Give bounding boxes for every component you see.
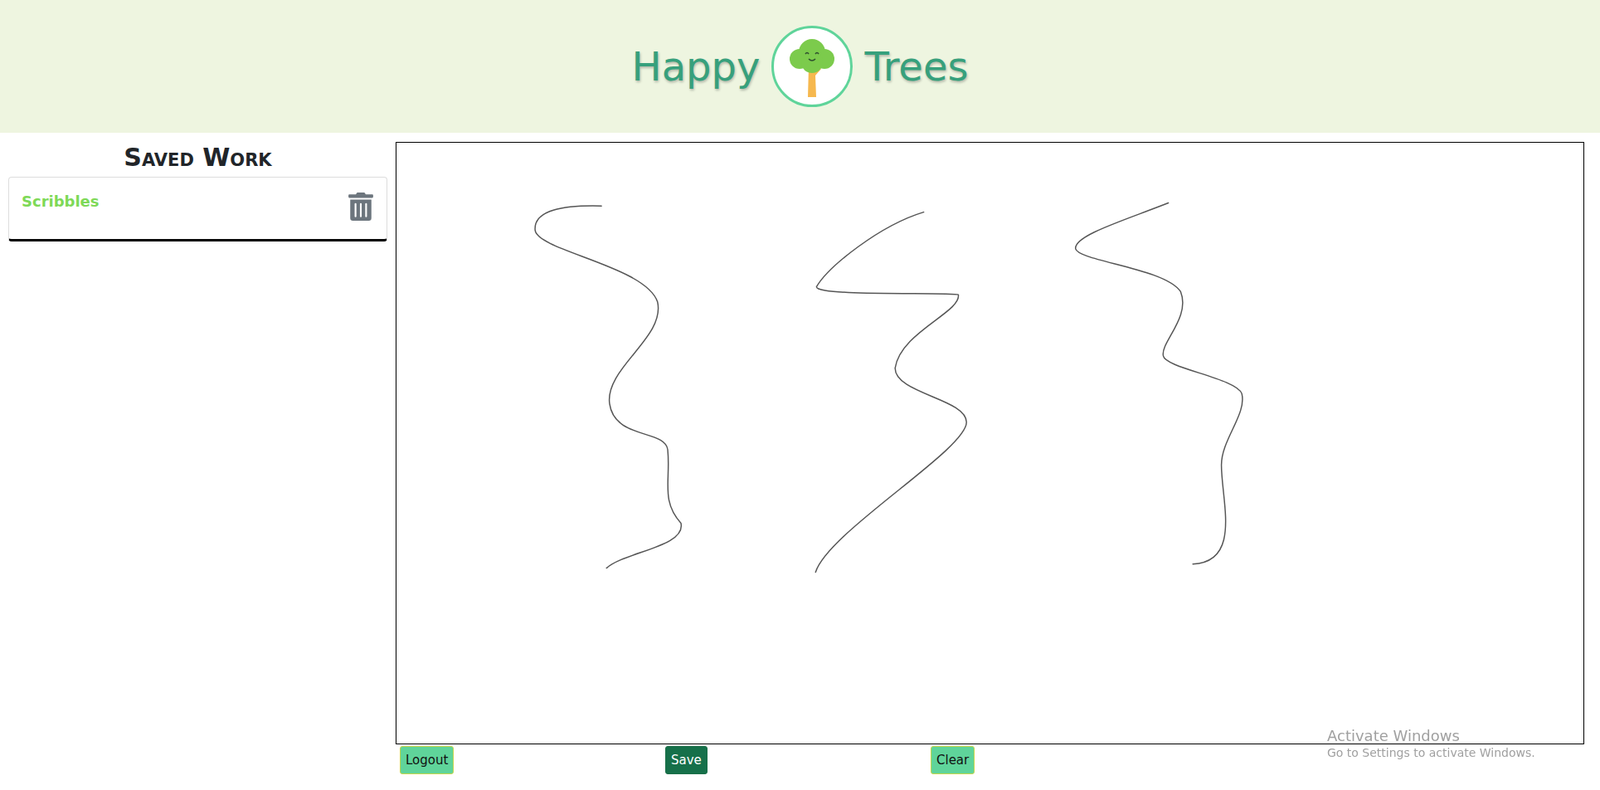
drawing-strokes-icon[interactable] [396, 142, 1584, 744]
logo [771, 25, 853, 107]
watermark-title: Activate Windows [1327, 726, 1536, 745]
drawing-canvas[interactable] [395, 141, 1585, 745]
trash-icon[interactable] [346, 192, 375, 221]
page: Happy Trees Saved Work Scribbles Logout Save C… [0, 0, 1600, 790]
body: Saved Work Scribbles Logout Save Clear [0, 132, 1600, 790]
logout-button[interactable]: Logout [399, 745, 454, 774]
title-right: Trees [864, 43, 968, 90]
clear-button[interactable]: Clear [930, 745, 975, 774]
delete-button[interactable] [346, 192, 375, 221]
title-left: Happy [632, 43, 761, 90]
saved-item-label[interactable]: Scribbles [21, 192, 100, 210]
header: Happy Trees [0, 0, 1600, 133]
main: Logout Save Clear [395, 132, 1585, 790]
save-button[interactable]: Save [665, 745, 708, 774]
watermark-subtitle: Go to Settings to activate Windows. [1327, 745, 1536, 759]
button-row: Logout Save Clear [395, 745, 1585, 774]
activation-watermark: Activate WindowsGo to Settings to activa… [1327, 726, 1536, 759]
tree-logo-icon [782, 34, 842, 99]
saved-item[interactable]: Scribbles [8, 176, 388, 242]
sidebar: Saved Work Scribbles [0, 132, 396, 790]
sidebar-title: Saved Work [8, 142, 388, 172]
